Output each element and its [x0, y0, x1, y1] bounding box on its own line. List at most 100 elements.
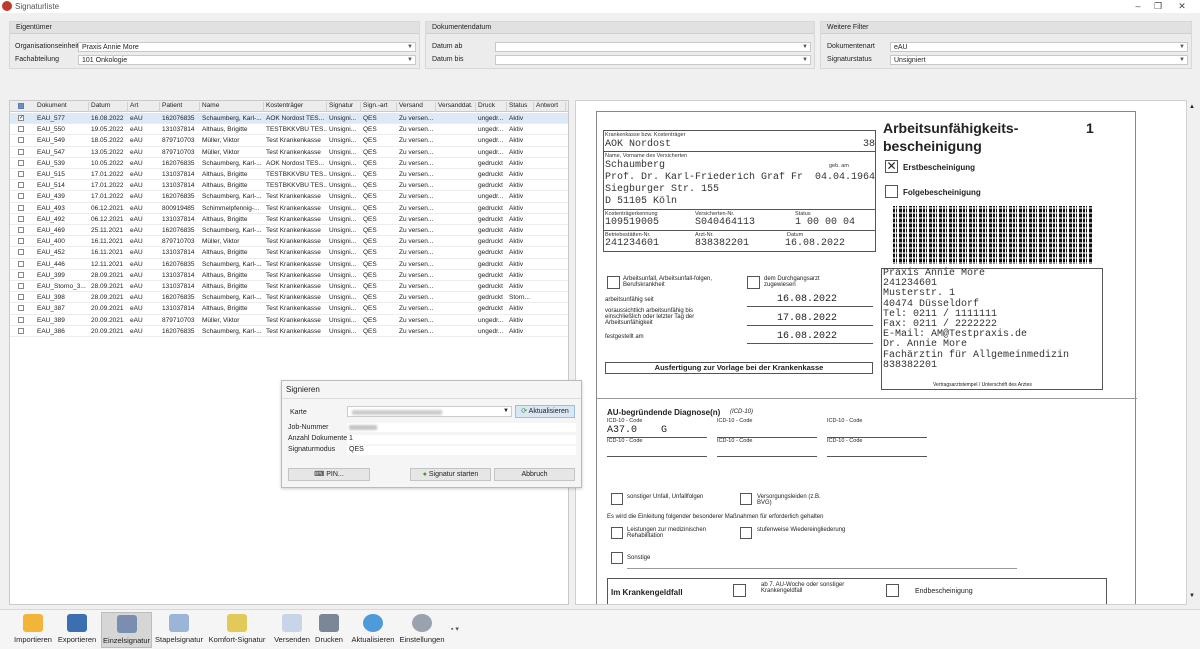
send-button[interactable]: Versenden	[273, 612, 311, 648]
row-checkbox[interactable]	[18, 137, 24, 144]
table-row[interactable]: EAU_452 16.11.2021 eAU 131037814 Althaus, Br…	[10, 247, 568, 259]
row-checkbox[interactable]	[18, 305, 24, 312]
row-checkbox[interactable]	[18, 294, 24, 301]
pin-button[interactable]: ⌨ PIN...	[288, 468, 370, 481]
table-row[interactable]: EAU_398 28.09.2021 eAU 162076835 Schaumberg,…	[10, 292, 568, 304]
abort-button[interactable]: Abbruch	[494, 468, 575, 481]
table-row[interactable]: EAU_446 12.11.2021 eAU 162076835 Schaumberg,…	[10, 259, 568, 270]
row-checkbox[interactable]	[18, 327, 24, 334]
column-header[interactable]: Dokument	[35, 102, 89, 112]
doctype-select[interactable]: eAU ▼	[890, 42, 1188, 52]
table-row[interactable]: EAU_493 06.12.2021 eAU 800919485 Schimmelpfe…	[10, 203, 568, 214]
table-cell: 06.12.2021	[91, 204, 124, 212]
single-sign-button[interactable]: Einzelsignatur	[101, 612, 152, 648]
row-checkbox[interactable]	[18, 316, 24, 323]
table-row[interactable]: EAU_514 17.01.2022 eAU 131037814 Althaus, Br…	[10, 180, 568, 192]
row-checkbox[interactable]: ✓	[18, 115, 24, 121]
preview-scrollbar[interactable]: ▲ ▼	[1187, 100, 1197, 605]
column-header[interactable]: Patient	[160, 102, 200, 112]
row-checkbox[interactable]	[18, 204, 24, 211]
row-checkbox[interactable]	[18, 171, 24, 177]
table-cell: Aktiv	[509, 137, 524, 145]
row-checkbox[interactable]	[18, 148, 24, 155]
kk-value: AOK Nordost	[605, 139, 672, 150]
row-checkbox[interactable]	[18, 283, 24, 289]
row-checkbox[interactable]	[18, 227, 24, 233]
table-cell: Test Krankenkasse	[266, 215, 321, 223]
table-row[interactable]: EAU_549 18.05.2022 eAU 879710703 Müller, Vik…	[10, 135, 568, 147]
table-row[interactable]: EAU_547 13.05.2022 eAU 879710703 Müller, Vik…	[10, 147, 568, 158]
table-row[interactable]: EAU_439 17.01.2022 eAU 162076835 Schaumberg,…	[10, 191, 568, 203]
durchgang-label: dem Durchgangsarzt zugewiesen	[764, 276, 820, 288]
row-checkbox[interactable]	[18, 182, 24, 189]
column-header[interactable]: Sign.-art	[361, 102, 397, 112]
column-header[interactable]: Art	[128, 102, 160, 112]
column-header[interactable]: Signatur	[327, 102, 361, 112]
table-cell: Schaumberg, Karl-...	[202, 260, 262, 268]
date-to-picker[interactable]: ▼	[495, 55, 811, 65]
column-header[interactable]: Versanddat.	[436, 102, 476, 112]
import-button[interactable]: Importieren	[12, 612, 54, 648]
column-header[interactable]: Versand	[397, 102, 436, 112]
card-select[interactable]: ▼	[347, 406, 512, 417]
table-row[interactable]: EAU_515 17.01.2022 eAU 131037814 Althaus, Br…	[10, 169, 568, 181]
table-cell: Unsigni...	[329, 115, 357, 122]
table-row[interactable]: EAU_387 20.09.2021 eAU 131037814 Althaus, Br…	[10, 303, 568, 315]
settings-button[interactable]: Einstellungen	[399, 612, 445, 648]
row-checkbox[interactable]	[18, 159, 24, 166]
table-cell: QES	[363, 193, 377, 201]
export-button[interactable]: Exportieren	[56, 612, 98, 648]
comfort-sign-button[interactable]: Komfort-Signatur	[206, 612, 268, 648]
batch-sign-button[interactable]: Stapelsignatur	[154, 612, 204, 648]
table-row[interactable]: EAU_539 10.05.2022 eAU 162076835 Schaumberg,…	[10, 158, 568, 169]
restore-button[interactable]: ❐	[1148, 0, 1168, 12]
row-checkbox[interactable]	[18, 249, 24, 256]
table-row[interactable]: EAU_492 06.12.2021 eAU 131037814 Althaus, Br…	[10, 214, 568, 225]
scroll-up-icon[interactable]: ▲	[1189, 104, 1195, 110]
app-logo-icon	[2, 1, 12, 11]
close-button[interactable]: ✕	[1172, 0, 1192, 12]
table-cell: Schimmelpfennig-...	[202, 204, 260, 212]
start-signature-button[interactable]: ● Signatur starten	[410, 468, 491, 481]
table-row[interactable]: ✓ EAU_577 16.08.2022 eAU 162076835 Schaumberg…	[10, 113, 568, 125]
refresh-button[interactable]: Aktualisieren	[350, 612, 396, 648]
column-header[interactable]: Name	[200, 102, 264, 112]
scroll-down-icon[interactable]: ▼	[1189, 593, 1195, 599]
row-checkbox[interactable]	[18, 215, 24, 222]
select-all-checkbox[interactable]	[18, 103, 24, 109]
row-checkbox[interactable]	[18, 238, 24, 245]
table-row[interactable]: EAU_399 28.09.2021 eAU 131037814 Althaus, Br…	[10, 270, 568, 281]
org-select[interactable]: Praxis Annie More ▼	[78, 42, 416, 52]
table-row[interactable]: EAU_386 20.09.2021 eAU 162076835 Schaumberg,…	[10, 326, 568, 337]
table-row[interactable]: EAU_469 25.11.2021 eAU 162076835 Schaumberg,…	[10, 225, 568, 237]
column-header[interactable]: Status	[507, 102, 534, 112]
job-value	[347, 423, 576, 432]
row-checkbox[interactable]	[18, 260, 24, 267]
column-header[interactable]: Datum	[89, 102, 128, 112]
dept-select[interactable]: 101 Onkologie ▼	[78, 55, 416, 65]
minimize-button[interactable]: –	[1128, 0, 1148, 12]
toolbar-overflow-icon[interactable]: ▪ ▾	[451, 625, 459, 633]
date-from-picker[interactable]: ▼	[495, 42, 811, 52]
table-cell: Unsigni...	[329, 182, 357, 190]
column-header[interactable]: Kostenträger	[264, 102, 327, 112]
row-checkbox[interactable]	[18, 271, 24, 278]
table-cell: ungedr...	[478, 126, 504, 134]
row-checkbox[interactable]	[18, 193, 24, 200]
pen-icon	[116, 615, 137, 633]
sigstatus-select[interactable]: Unsigniert ▼	[890, 55, 1188, 65]
print-button[interactable]: Drucken	[313, 612, 345, 648]
table-row[interactable]: EAU_550 19.05.2022 eAU 131037814 Althaus, Br…	[10, 124, 568, 136]
table-row[interactable]: EAU_Storno_3... 28.09.2021 eAU 131037814 Alt…	[10, 281, 568, 293]
table-cell: QES	[363, 126, 377, 134]
column-header[interactable]: Antwort	[534, 102, 566, 112]
column-header[interactable]: Druck	[476, 102, 507, 112]
table-row[interactable]: EAU_389 20.09.2021 eAU 879710703 Müller, Vik…	[10, 315, 568, 326]
row-checkbox[interactable]	[18, 126, 24, 133]
refresh-card-button[interactable]: ⟳ Aktualisieren	[515, 405, 575, 418]
chevron-down-icon: ▼	[802, 44, 808, 50]
table-row[interactable]: EAU_400 16.11.2021 eAU 879710703 Müller, Vik…	[10, 236, 568, 248]
table-cell: EAU_469	[37, 227, 65, 234]
table-cell: EAU_547	[37, 148, 65, 156]
bsnr-value: 241234601	[605, 238, 660, 249]
